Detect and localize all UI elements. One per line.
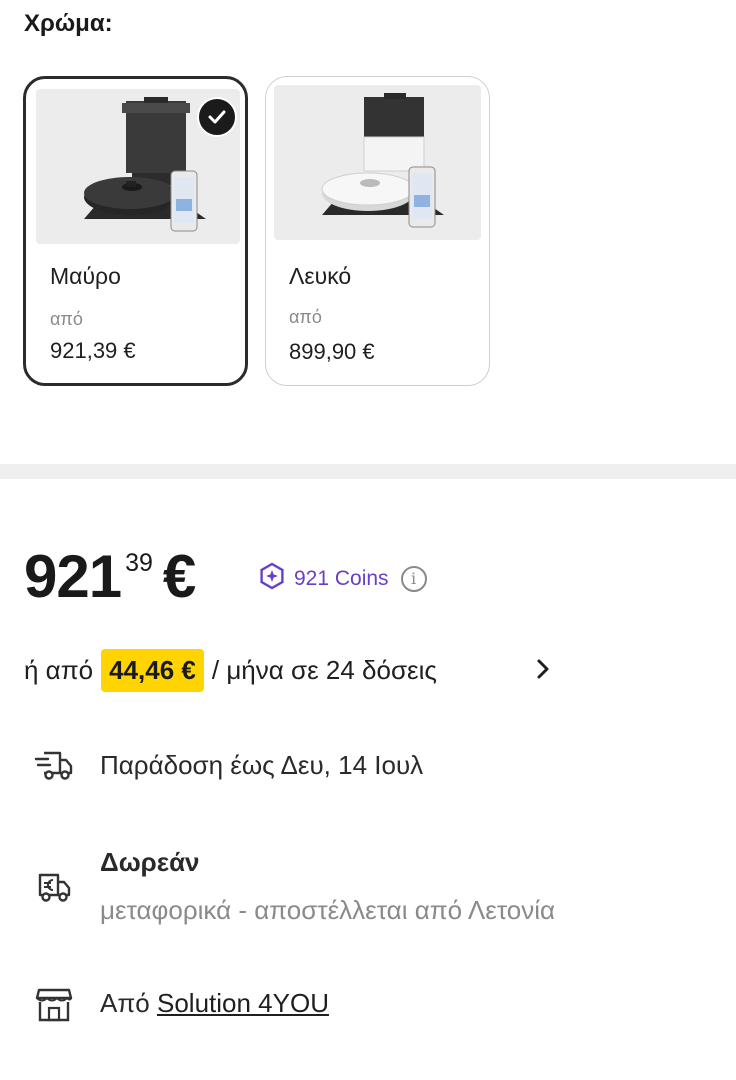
variant-from-label: από	[50, 309, 83, 329]
section-divider	[0, 464, 736, 479]
seller-text: Από Solution 4YOU	[100, 988, 329, 1019]
selected-check-icon	[197, 97, 237, 137]
variant-price: 921,39 €	[50, 338, 136, 363]
price-decimal: 39	[125, 549, 153, 577]
coins-text: 921 Coins	[294, 566, 389, 590]
installment-prefix: ή από	[24, 654, 94, 685]
shipping-row: Δωρεάν μεταφορικά - αποστέλλεται από Λετ…	[0, 843, 736, 933]
shipping-subtitle: μεταφορικά - αποστέλλεται από Λετονία	[100, 895, 556, 925]
main-price: 921 39 €	[24, 545, 196, 609]
variant-from-label: από	[289, 307, 322, 327]
price-integer: 921	[24, 543, 122, 610]
variant-price: 899,90 €	[289, 339, 375, 364]
fast-delivery-truck-icon	[34, 745, 74, 785]
variant-name: Λευκό	[289, 263, 352, 289]
euro-truck-icon	[34, 867, 74, 907]
variant-name: Μαύρο	[50, 263, 121, 289]
variant-card-black[interactable]: Μαύρο από 921,39 €	[23, 76, 248, 386]
price-currency: €	[162, 543, 197, 610]
variant-image-white	[274, 85, 481, 240]
chevron-right-icon	[534, 656, 552, 689]
installment-suffix: / μήνα σε 24 δόσεις	[211, 654, 437, 685]
installment-amount: 44,46 €	[101, 648, 204, 692]
info-icon[interactable]: i	[400, 565, 427, 592]
delivery-text: Παράδοση έως Δευ, 14 Ιουλ	[100, 750, 424, 780]
delivery-row: Παράδοση έως Δευ, 14 Ιουλ	[0, 742, 736, 792]
seller-link[interactable]: Solution 4YOU	[157, 988, 329, 1018]
seller-prefix: Από	[100, 988, 150, 1018]
coins-badge[interactable]: 921 Coins i	[258, 562, 427, 595]
shipping-title: Δωρεάν	[100, 847, 200, 877]
seller-row: Από Solution 4YOU	[0, 982, 736, 1032]
storefront-icon	[34, 984, 74, 1024]
color-heading: Χρώμα:	[24, 10, 113, 37]
variant-card-white[interactable]: Λευκό από 899,90 €	[265, 76, 490, 386]
installment-row[interactable]: ή από 44,46 € / μήνα σε 24 δόσεις	[24, 644, 714, 696]
coin-badge-icon	[258, 562, 286, 595]
